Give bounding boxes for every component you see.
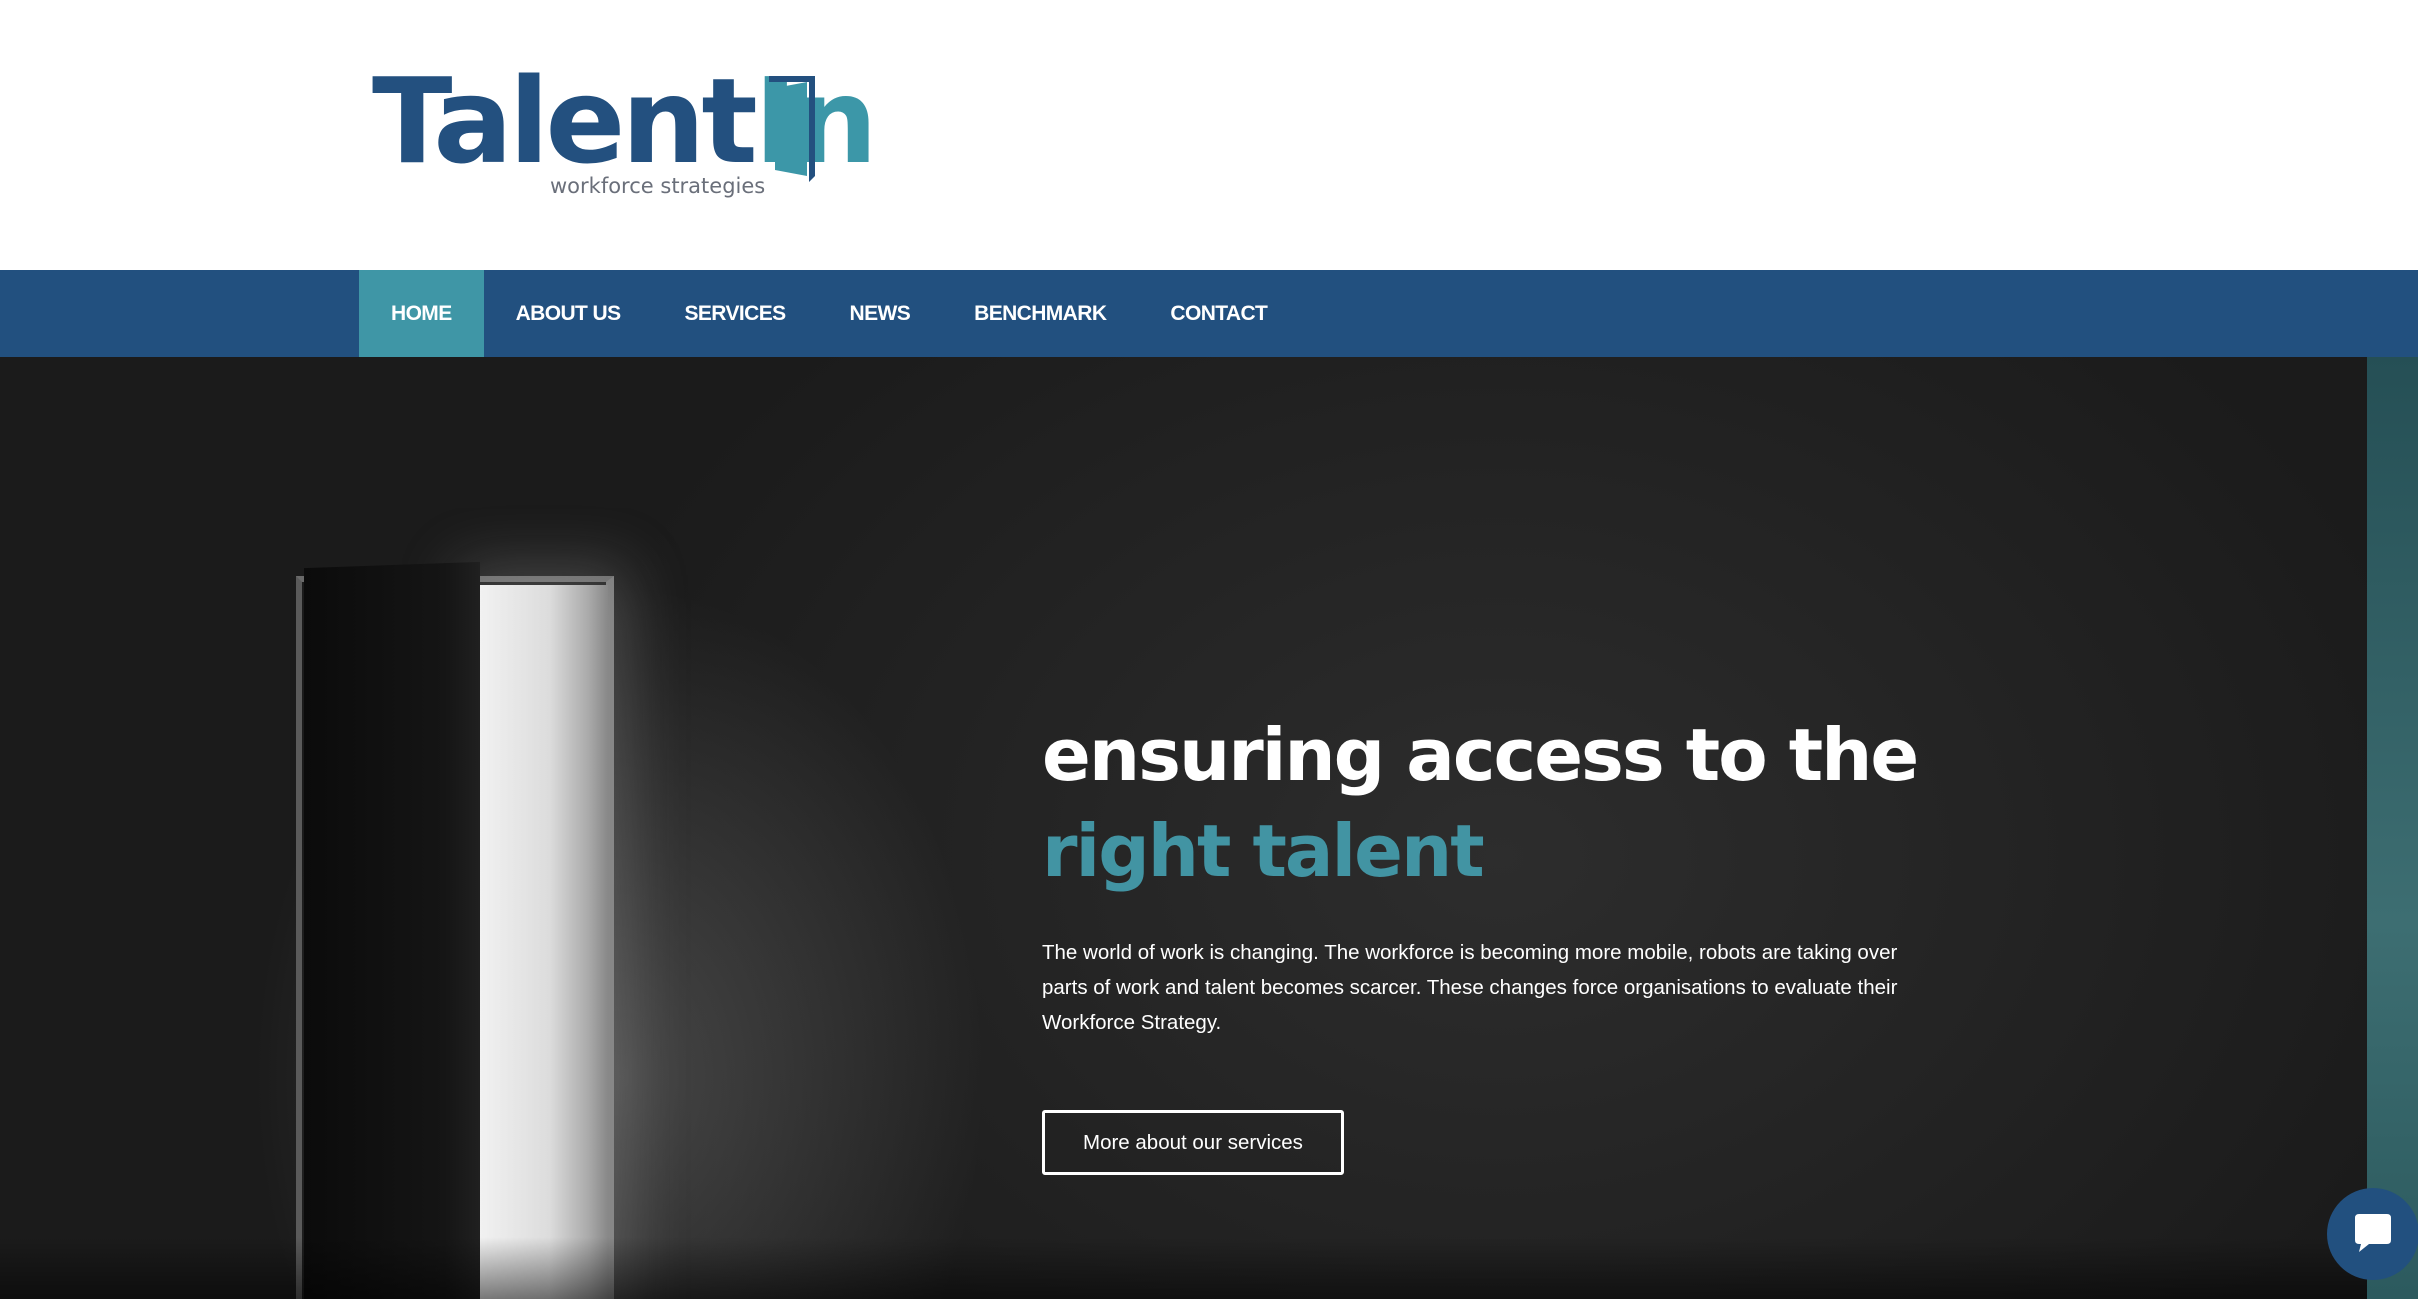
floor-shadow bbox=[0, 1237, 2367, 1299]
site-header: TalentIn workforce strategies bbox=[0, 0, 2418, 270]
logo-flag-icon bbox=[769, 76, 815, 182]
hero-section: ensuring access to the right talent The … bbox=[0, 357, 2418, 1299]
hero-title: ensuring access to the bbox=[1042, 713, 1919, 797]
more-services-button[interactable]: More about our services bbox=[1042, 1110, 1344, 1175]
nav-item-benchmark[interactable]: BENCHMARK bbox=[942, 270, 1138, 357]
logo-tagline: workforce strategies bbox=[550, 174, 766, 198]
main-navigation: HOME ABOUT US SERVICES NEWS BENCHMARK CO… bbox=[0, 270, 2418, 357]
nav-item-home[interactable]: HOME bbox=[359, 270, 484, 357]
chat-widget-button[interactable] bbox=[2327, 1188, 2418, 1280]
hero-title-highlight: right talent bbox=[1042, 809, 1485, 893]
nav-list: HOME ABOUT US SERVICES NEWS BENCHMARK CO… bbox=[359, 270, 1299, 357]
chat-bubble-icon bbox=[2355, 1214, 2391, 1252]
hero-description: The world of work is changing. The workf… bbox=[1042, 941, 1898, 1034]
nav-item-news[interactable]: NEWS bbox=[818, 270, 943, 357]
nav-item-services[interactable]: SERVICES bbox=[652, 270, 817, 357]
talentin-logo[interactable]: TalentIn workforce strategies bbox=[372, 62, 878, 202]
nav-item-contact[interactable]: CONTACT bbox=[1138, 270, 1299, 357]
door-leaf-image bbox=[304, 561, 480, 1299]
nav-item-about-us[interactable]: ABOUT US bbox=[484, 270, 653, 357]
hero-content: ensuring access to the right talent The … bbox=[1042, 707, 1942, 1175]
door-light-image bbox=[478, 585, 608, 1299]
teal-side-strip bbox=[2367, 357, 2418, 1299]
